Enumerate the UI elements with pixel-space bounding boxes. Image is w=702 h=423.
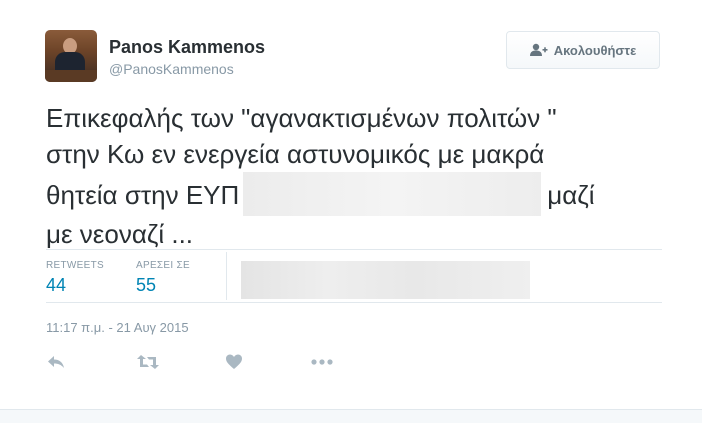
retweets-count: 44 (46, 275, 67, 295)
timestamp[interactable]: 11:17 π.μ. - 21 Αυγ 2015 (46, 320, 189, 335)
tweet-text-line: θητεία στην ΕΥΠ μαζί (46, 172, 666, 216)
retweets-stat[interactable]: RETWEETS 44 (46, 260, 104, 296)
heart-icon[interactable] (224, 352, 246, 374)
avatar[interactable] (45, 30, 97, 82)
tweet-text: Επικεφαλής των "αγανακτισμένων πολιτών "… (46, 100, 666, 252)
tweet-text-line: στην Κω εν ενεργεία αστυνομικός με μακρά (46, 139, 545, 169)
divider (46, 249, 662, 250)
likes-label: ΑΡΕΣΕΙ ΣΕ (136, 260, 190, 271)
add-user-icon (529, 43, 548, 57)
follow-button[interactable]: Ακολουθήστε (506, 31, 660, 69)
retweet-icon[interactable] (136, 352, 159, 374)
author-handle[interactable]: @PanosKammenos (109, 61, 234, 77)
more-icon[interactable] (310, 352, 333, 374)
stats-separator (226, 252, 227, 300)
retweets-label: RETWEETS (46, 260, 104, 271)
likes-count: 55 (136, 275, 157, 295)
tweet-text-line: με νεοναζί ... (46, 219, 194, 249)
tweet-text-segment: μαζί (547, 180, 595, 210)
author-name[interactable]: Panos Kammenos (109, 37, 265, 58)
tweet-text-segment: θητεία στην ΕΥΠ (46, 180, 240, 210)
redacted-avatars (241, 261, 530, 299)
follow-button-label: Ακολουθήστε (553, 42, 637, 58)
reply-icon[interactable] (46, 352, 68, 374)
redacted-area (243, 172, 542, 216)
tweet-text-line: Επικεφαλής των "αγανακτισμένων πολιτών " (46, 103, 557, 133)
divider (46, 302, 662, 303)
footer-strip (0, 409, 702, 423)
tweet-card: Panos Kammenos @PanosKammenos Ακολουθήστ… (0, 0, 702, 423)
likes-stat[interactable]: ΑΡΕΣΕΙ ΣΕ 55 (136, 260, 190, 296)
